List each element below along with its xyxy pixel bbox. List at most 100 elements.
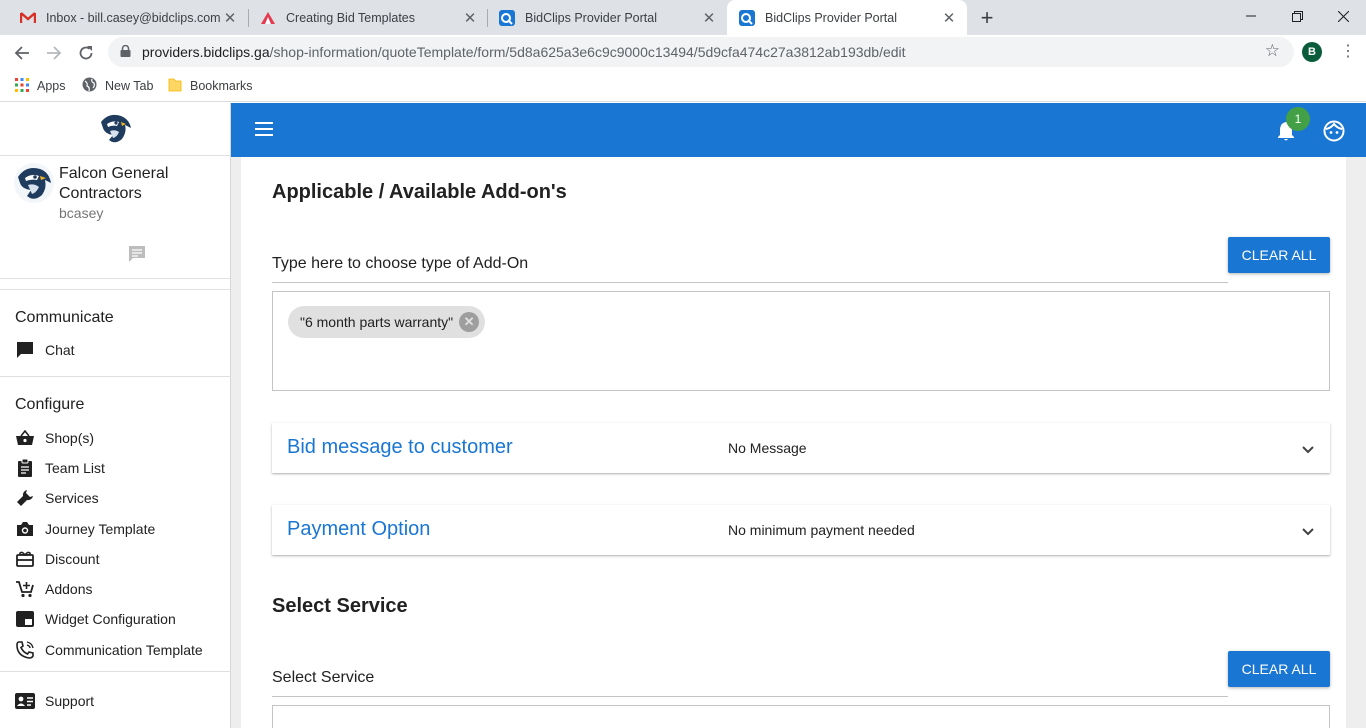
chat-icon: [15, 340, 35, 360]
menu-icon[interactable]: [255, 122, 273, 136]
folder-icon: [168, 78, 182, 95]
tab-title: Creating Bid Templates: [286, 10, 416, 25]
tab-title: BidClips Provider Portal: [765, 10, 897, 25]
browser-tab-bar: Inbox - bill.casey@bidclips.com - ✕ Crea…: [0, 0, 1366, 35]
bookmarks-bar: Apps New Tab Bookmarks: [0, 70, 1366, 102]
app-header: 1: [231, 103, 1366, 157]
falcon-logo-icon: [101, 114, 131, 143]
tab-provider-portal[interactable]: BidClips Provider Portal ✕: [487, 0, 727, 35]
main-content: Applicable / Available Add-on's Type her…: [231, 157, 1366, 728]
browser-menu-icon[interactable]: ⋮: [1340, 41, 1356, 61]
apps-grid-icon: [15, 77, 29, 95]
payment-option-panel[interactable]: Payment Option No minimum payment needed: [272, 505, 1330, 555]
bookmark-new-tab[interactable]: New Tab: [82, 77, 153, 95]
sidebar-item-team-list[interactable]: Team List: [15, 456, 225, 480]
company-info: Falcon General Contractors bcasey: [0, 156, 230, 279]
select-service-title: Select Service: [272, 595, 408, 617]
remove-chip-icon[interactable]: ✕: [459, 312, 480, 332]
tab-title: Inbox - bill.casey@bidclips.com -: [46, 10, 220, 25]
sidebar-item-widget-configuration[interactable]: Widget Configuration: [15, 607, 225, 631]
sidebar-item-chat[interactable]: Chat: [15, 338, 225, 362]
sidebar-item-support[interactable]: Support: [15, 689, 225, 713]
sidebar-item-discount[interactable]: Discount: [15, 547, 225, 571]
notification-badge: 1: [1286, 107, 1310, 131]
payment-option-value: No minimum payment needed: [728, 522, 915, 538]
portal-icon: [499, 9, 515, 26]
sidebar-item-label: Journey Template: [45, 521, 156, 537]
communicate-heading: Communicate: [15, 309, 114, 326]
portal-icon: [739, 9, 755, 26]
restore-icon[interactable]: [1274, 0, 1320, 32]
sidebar-item-label: Addons: [45, 581, 93, 597]
sidebar-item-label: Chat: [45, 342, 75, 358]
sidebar-item-label: Shop(s): [45, 430, 95, 446]
forward-icon[interactable]: [41, 40, 67, 66]
message-icon[interactable]: [127, 244, 147, 269]
close-tab-icon[interactable]: ✕: [699, 8, 719, 28]
brand-logo[interactable]: [0, 103, 230, 156]
sidebar: Falcon General Contractors bcasey Commun…: [0, 103, 231, 728]
url-field[interactable]: providers.bidclips.ga/shop-information/q…: [108, 37, 1294, 67]
minimize-icon[interactable]: [1228, 0, 1274, 32]
clipboard-icon: [15, 458, 35, 478]
bookmark-apps[interactable]: Apps: [15, 77, 66, 95]
lock-icon: [120, 45, 131, 57]
sidebar-item-label: Support: [45, 693, 95, 709]
bid-message-panel[interactable]: Bid message to customer No Message: [272, 423, 1330, 473]
back-icon[interactable]: [9, 40, 35, 66]
account-face-icon[interactable]: [1323, 120, 1345, 147]
addons-section-title: Applicable / Available Add-on's: [272, 181, 567, 203]
divider: [0, 376, 230, 377]
bidclips-icon: [260, 10, 276, 26]
basket-icon: [15, 428, 35, 448]
falcon-logo-icon: [18, 168, 51, 199]
close-tab-icon[interactable]: ✕: [460, 8, 480, 28]
gmail-icon: [20, 10, 36, 26]
bid-message-title: Bid message to customer: [287, 436, 513, 458]
cart-plus-icon: [15, 579, 35, 599]
tab-title: BidClips Provider Portal: [525, 10, 657, 25]
addon-type-input[interactable]: Type here to choose type of Add-On: [272, 255, 1228, 283]
profile-avatar[interactable]: B: [1302, 42, 1322, 62]
chevron-down-icon[interactable]: [1302, 523, 1314, 541]
payment-option-title: Payment Option: [287, 518, 431, 540]
url-path: /shop-information/quoteTemplate/form/5d8…: [269, 44, 906, 60]
url-host: providers.bidclips.ga: [142, 44, 270, 60]
reload-icon[interactable]: [73, 40, 99, 66]
tab-provider-portal-active[interactable]: BidClips Provider Portal ✕: [727, 0, 967, 35]
globe-icon: [82, 77, 97, 95]
camera-icon: [15, 519, 35, 539]
addon-chip[interactable]: "6 month parts warranty" ✕: [288, 306, 486, 338]
clear-all-addons-button[interactable]: CLEAR ALL: [1228, 237, 1330, 273]
configure-heading: Configure: [15, 396, 85, 413]
sidebar-item-shops[interactable]: Shop(s): [15, 426, 225, 450]
wrench-icon: [15, 488, 35, 508]
template-form-card: Applicable / Available Add-on's Type her…: [241, 157, 1346, 728]
tab-creating-bid-templates[interactable]: Creating Bid Templates ✕: [248, 0, 488, 35]
sidebar-item-services[interactable]: Services: [15, 486, 225, 510]
bid-message-value: No Message: [728, 440, 807, 456]
tab-gmail-inbox[interactable]: Inbox - bill.casey@bidclips.com - ✕: [8, 0, 248, 35]
sidebar-item-communication-template[interactable]: Communication Template: [15, 638, 225, 662]
sidebar-item-addons[interactable]: Addons: [15, 577, 225, 601]
bookmark-folder[interactable]: Bookmarks: [168, 77, 253, 95]
close-tab-icon[interactable]: ✕: [220, 8, 240, 28]
chevron-down-icon[interactable]: [1302, 441, 1314, 459]
divider: [0, 289, 230, 290]
bookmark-label: Bookmarks: [190, 79, 253, 93]
phone-icon: [15, 640, 35, 660]
username: bcasey: [59, 205, 104, 221]
clear-all-services-button[interactable]: CLEAR ALL: [1228, 651, 1330, 687]
company-avatar[interactable]: [14, 163, 54, 203]
bookmark-label: Apps: [37, 79, 66, 93]
close-window-icon[interactable]: [1320, 0, 1366, 32]
selected-services-box[interactable]: [272, 705, 1330, 728]
sidebar-item-label: Widget Configuration: [45, 611, 176, 627]
select-service-input[interactable]: Select Service: [272, 669, 1228, 697]
widget-icon: [15, 609, 35, 629]
selected-addons-box[interactable]: "6 month parts warranty" ✕: [272, 291, 1330, 391]
close-tab-icon[interactable]: ✕: [939, 8, 959, 28]
bookmark-star-icon[interactable]: ☆: [1265, 41, 1280, 61]
new-tab-icon[interactable]: +: [975, 5, 999, 30]
sidebar-item-journey-template[interactable]: Journey Template: [15, 517, 225, 541]
